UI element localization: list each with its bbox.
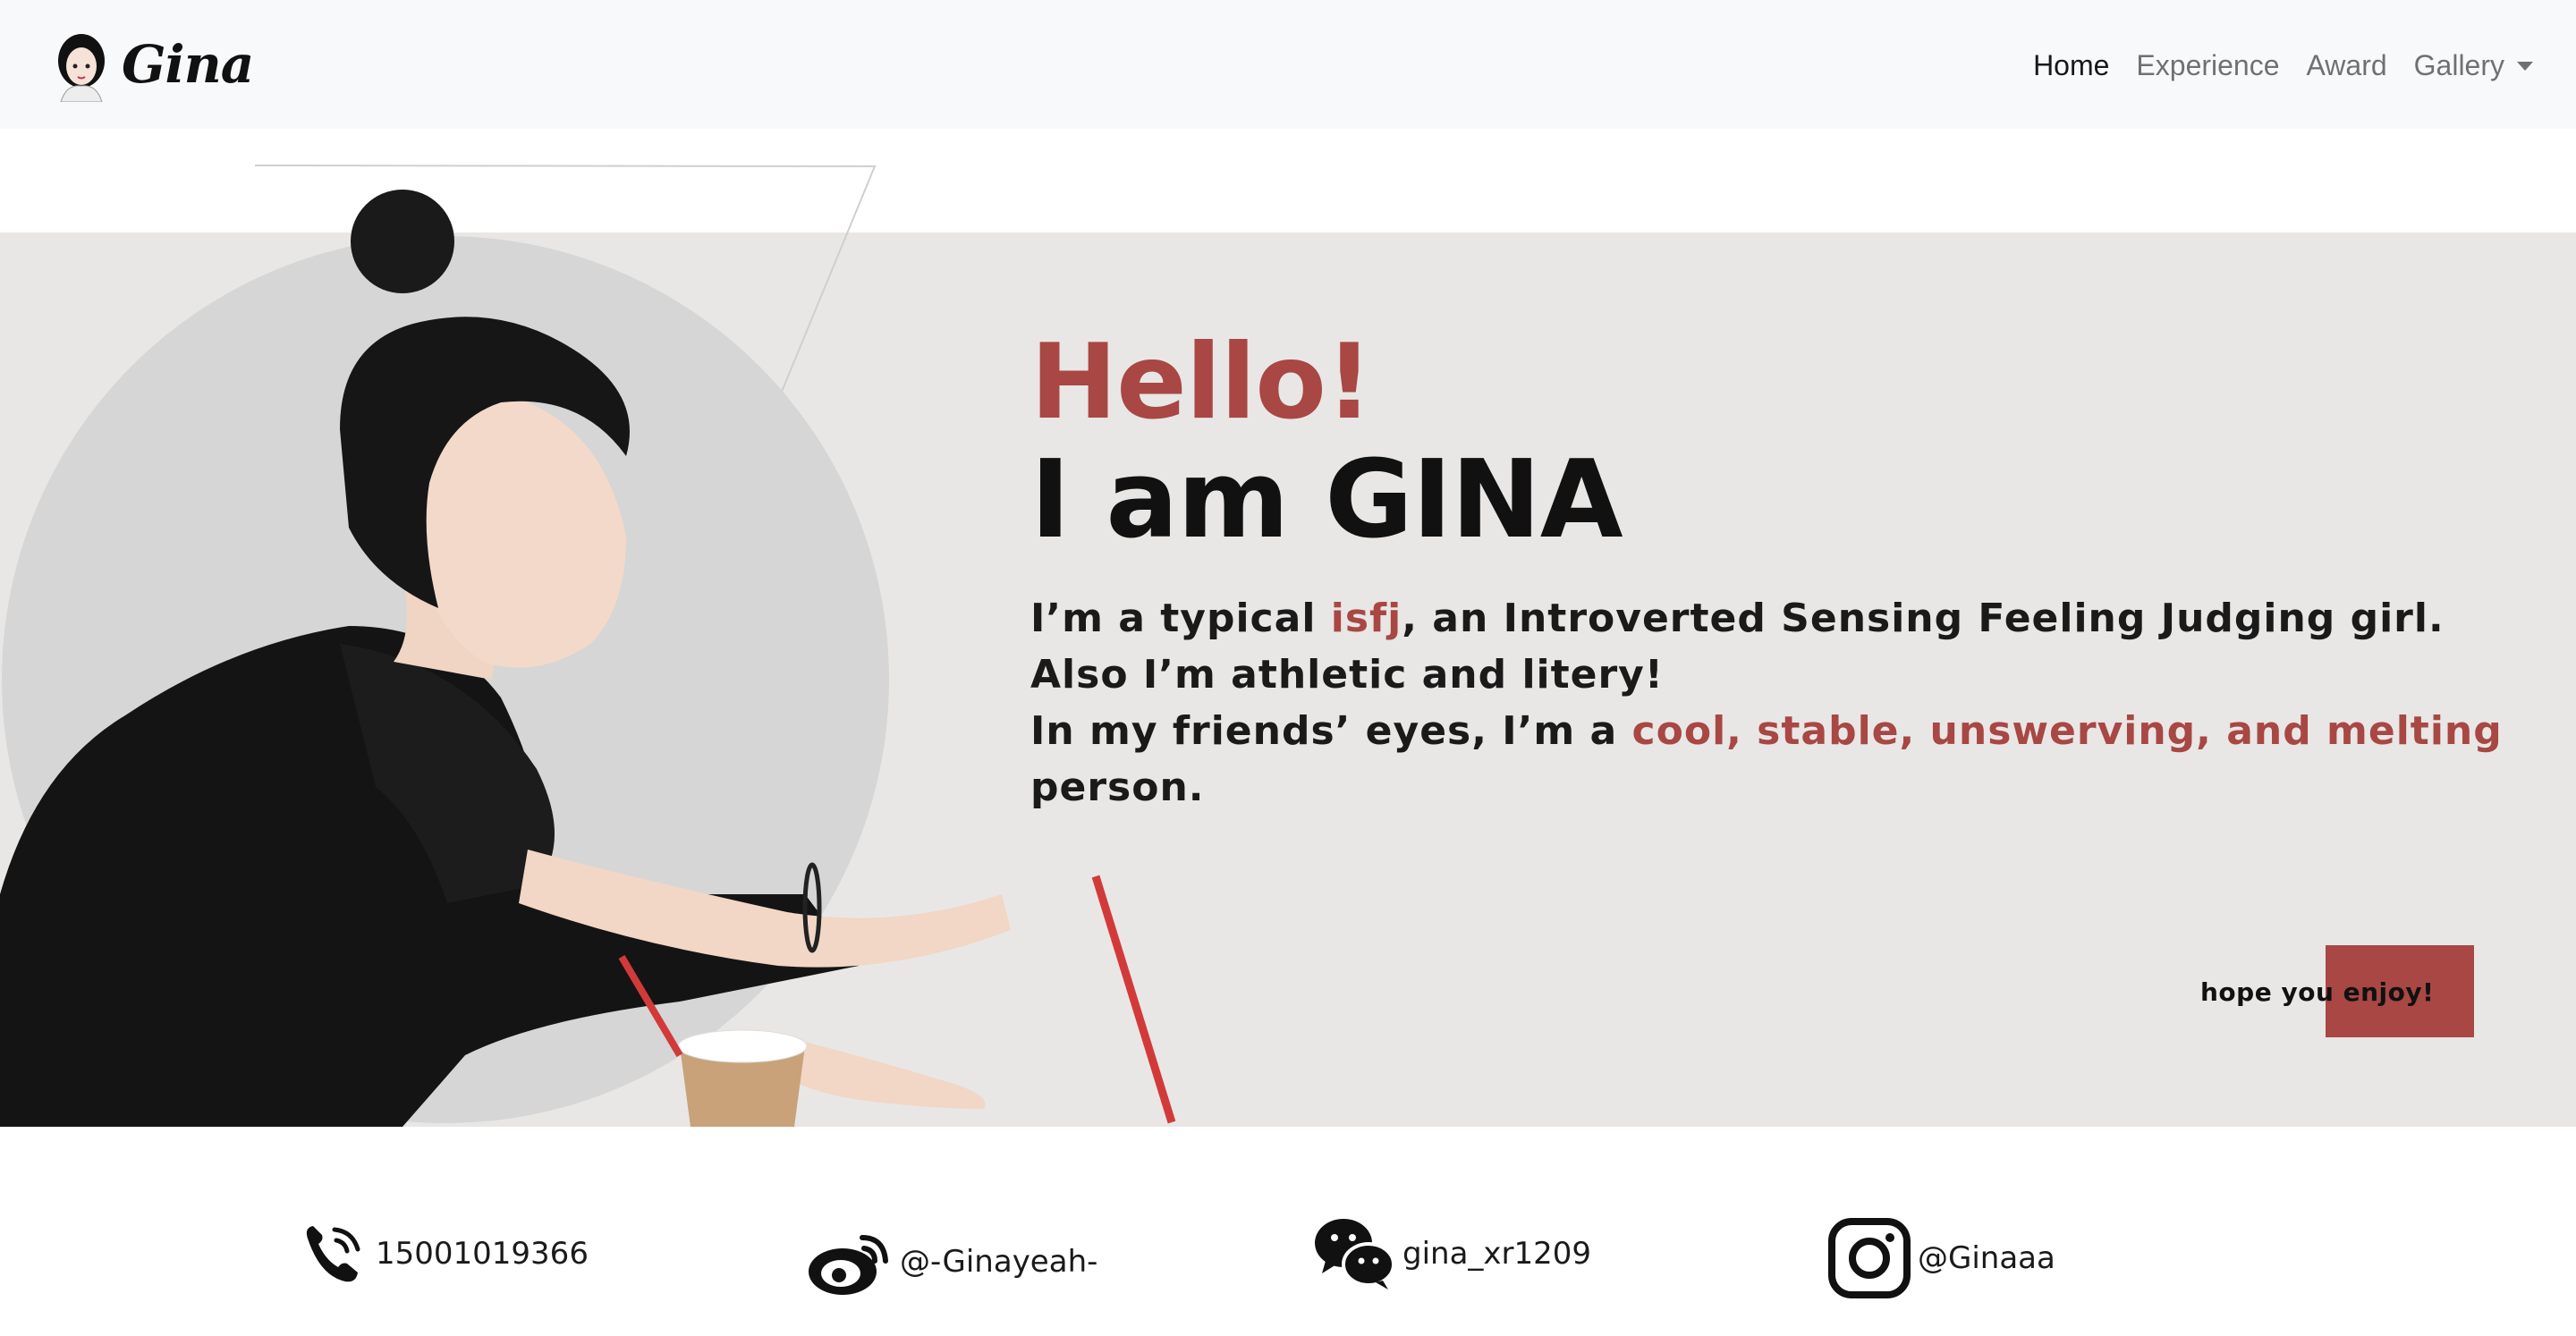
hero-description: I’m a typical isfj, an Introverted Sensi… <box>1030 590 2551 816</box>
hero-text: Hello! I am GINA I’m a typical isfj, an … <box>1030 331 2551 816</box>
avatar-icon <box>58 34 105 102</box>
nav-home[interactable]: Home <box>2033 49 2109 82</box>
description-line-2: Also I’m athletic and litery! <box>1030 652 1664 698</box>
navbar: Gina Home Experience Award Gallery <box>0 0 2576 129</box>
nav-award[interactable]: Award <box>2307 49 2387 82</box>
weibo-icon <box>809 1235 888 1295</box>
instagram-icon <box>1828 1218 1911 1298</box>
line3-text-end: person. <box>1030 765 1205 810</box>
line1-text: I’m a typical <box>1030 596 1331 641</box>
traits-highlight: cool, stable, unswerving, and melting <box>1631 708 2503 754</box>
description-line-1: I’m a typical isfj, an Introverted Sensi… <box>1030 590 2551 647</box>
nav-experience[interactable]: Experience <box>2136 49 2279 82</box>
brand-name: Gina <box>122 34 254 95</box>
mbti-highlight: isfj <box>1330 596 1402 641</box>
headline: I am GINA <box>1030 438 1623 562</box>
description-line-3: In my friends’ eyes, I’m a cool, stable,… <box>1030 703 2551 816</box>
weibo-handle: @-Ginayeah- <box>900 1244 1098 1280</box>
contact-phone[interactable]: 15001019366 <box>299 1221 589 1287</box>
nav-gallery-dropdown[interactable]: Gallery <box>2414 49 2533 82</box>
contact-weibo[interactable]: @-Ginayeah- <box>807 1225 1097 1298</box>
line1-text-end: , an Introverted Sensing Feeling Judging… <box>1402 596 2445 641</box>
enjoy-caption: hope you enjoy! <box>2200 977 2435 1007</box>
caret-down-icon <box>2517 62 2533 71</box>
nav-gallery-label: Gallery <box>2413 48 2504 81</box>
phone-number: 15001019366 <box>376 1236 589 1272</box>
wechat-id: gina_xr1209 <box>1402 1236 1592 1272</box>
greeting: Hello! <box>1030 322 1373 443</box>
wechat-icon <box>1315 1219 1395 1289</box>
brand-link[interactable]: Gina <box>50 25 254 106</box>
contact-wechat[interactable]: gina_xr1209 <box>1313 1216 1591 1291</box>
instagram-handle: @Ginaaa <box>1918 1240 2055 1276</box>
line3-text: In my friends’ eyes, I’m a <box>1030 708 1632 754</box>
phone-icon <box>306 1226 360 1282</box>
nav-links: Home Experience Award Gallery <box>2006 43 2533 88</box>
contact-instagram[interactable]: @Ginaaa <box>1828 1218 2055 1298</box>
